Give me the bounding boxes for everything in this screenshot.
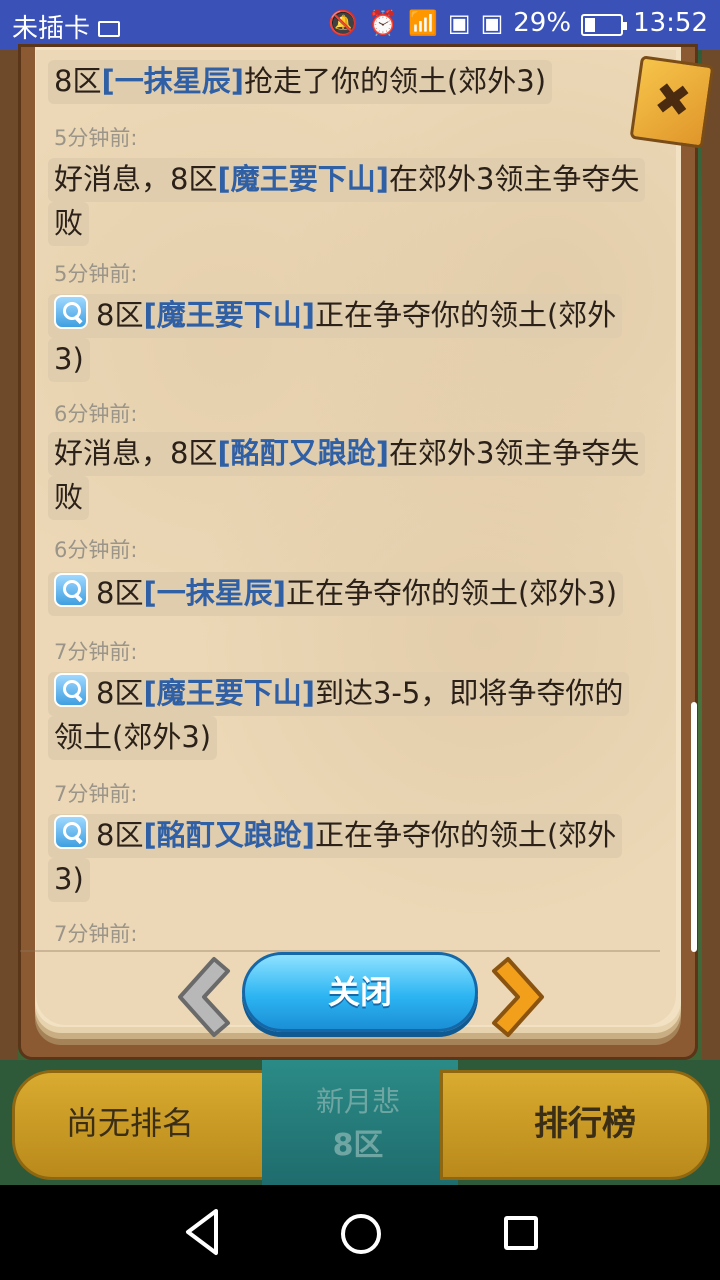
player-link[interactable]: [酩酊又踉跄] (143, 818, 315, 852)
list-item: 8区[一抹星辰]正在争夺你的领土(郊外3) (48, 572, 624, 616)
home-icon[interactable] (341, 1214, 381, 1254)
message-line-2: 领土(郊外3) (48, 716, 218, 760)
message-text: 正在争夺你的领土(郊外 (314, 818, 617, 852)
message-list[interactable]: 8区[一抹星辰]抢走了你的领土(郊外3) 5分钟前: 好消息，8区[魔王要下山]… (48, 50, 672, 950)
left-frame-strip (0, 50, 18, 1060)
ranking-button[interactable]: 排行榜 (534, 1096, 636, 1145)
close-icon[interactable]: ✖ (629, 55, 715, 149)
carrier-text: 未插卡 (12, 14, 91, 44)
mute-icon: 🔕 (328, 9, 359, 37)
player-link[interactable]: [酩酊又踉跄] (217, 436, 389, 470)
status-bar: 未插卡 🔕 ⏰ 📶 ▣ ▣ 29% 13:52 (0, 0, 720, 50)
system-nav-bar (0, 1185, 720, 1280)
player-link[interactable]: [魔王要下山] (143, 676, 315, 710)
message-text: 抢走了你的领土(郊外3) (243, 64, 547, 98)
scrollbar[interactable] (691, 702, 697, 952)
search-icon[interactable] (54, 673, 88, 707)
message-prefix: 8区 (96, 576, 144, 610)
message-time: 6分钟前: (54, 538, 138, 562)
player-link[interactable]: [一抹星辰] (143, 576, 286, 610)
message-prefix: 好消息，8区 (54, 162, 218, 196)
message-text: 正在争夺你的领土(郊外3) (285, 576, 618, 610)
recent-apps-icon[interactable] (504, 1216, 538, 1250)
message-line-2: 败 (48, 476, 90, 520)
message-line: 8区[一抹星辰]正在争夺你的领土(郊外3) (48, 572, 624, 616)
message-line: 好消息，8区[魔王要下山]在郊外3领主争夺失 (48, 158, 646, 202)
message-line: 8区[酩酊又踉跄]正在争夺你的领土(郊外 (48, 814, 623, 858)
player-link[interactable]: [魔王要下山] (143, 298, 315, 332)
list-item: 8区[酩酊又踉跄]正在争夺你的领土(郊外 3) (48, 814, 623, 902)
list-item: 8区[魔王要下山]正在争夺你的领土(郊外 3) (48, 294, 623, 382)
back-icon[interactable] (178, 1205, 228, 1259)
keyboard-icon (98, 20, 121, 37)
message-time: 5分钟前: (54, 262, 138, 286)
wifi-icon: 📶 (408, 9, 438, 37)
message-panel: 8区[一抹星辰]抢走了你的领土(郊外3) 5分钟前: 好消息，8区[魔王要下山]… (36, 50, 676, 1025)
sim-icon-2: ▣ (480, 9, 504, 37)
prev-page-button[interactable] (166, 953, 234, 1041)
message-time: 5分钟前: (54, 126, 138, 150)
close-button[interactable]: 关闭 (242, 952, 478, 1032)
player-link[interactable]: [一抹星辰] (101, 64, 244, 98)
list-item: 8区[一抹星辰]抢走了你的领土(郊外3) (48, 60, 553, 104)
player-name: 新月悲 (315, 1085, 400, 1118)
message-line: 8区[魔王要下山]正在争夺你的领土(郊外 (48, 294, 623, 338)
sim-icon-1: ▣ (447, 9, 471, 37)
message-line-2: 3) (48, 338, 90, 382)
message-text: 正在争夺你的领土(郊外 (314, 298, 617, 332)
message-line: 好消息，8区[酩酊又踉跄]在郊外3领主争夺失 (48, 432, 646, 476)
message-time: 7分钟前: (54, 782, 138, 806)
player-zone: 8区 (332, 1128, 384, 1163)
next-page-button[interactable] (488, 953, 556, 1041)
no-rank-label: 尚无排名 (66, 1104, 195, 1142)
message-text: 在郊外3领主争夺失 (388, 162, 640, 196)
message-time: 6分钟前: (54, 402, 138, 426)
clock: 13:52 (633, 8, 708, 38)
message-time: 7分钟前: (54, 922, 138, 946)
message-text: 到达3-5，即将争夺你的 (314, 676, 624, 710)
list-item: 8区[魔王要下山]到达3-5，即将争夺你的 领土(郊外3) (48, 672, 630, 760)
message-prefix: 8区 (96, 676, 144, 710)
player-link[interactable]: [魔王要下山] (217, 162, 389, 196)
message-prefix: 8区 (96, 818, 144, 852)
message-line: 8区[一抹星辰]抢走了你的领土(郊外3) (48, 60, 553, 104)
alarm-icon: ⏰ (368, 9, 398, 37)
message-text: 在郊外3领主争夺失 (388, 436, 640, 470)
message-line-2: 3) (48, 858, 90, 902)
list-item: 好消息，8区[酩酊又踉跄]在郊外3领主争夺失 败 (48, 432, 646, 520)
message-time: 7分钟前: (54, 640, 138, 664)
message-prefix: 8区 (96, 298, 144, 332)
status-left: 未插卡 (12, 8, 121, 45)
battery-percent: 29% (513, 8, 572, 38)
search-icon[interactable] (54, 295, 88, 329)
list-item: 好消息，8区[魔王要下山]在郊外3领主争夺失 败 (48, 158, 646, 246)
battery-icon (581, 14, 628, 36)
message-line: 8区[魔王要下山]到达3-5，即将争夺你的 (48, 672, 630, 716)
right-frame-strip (702, 50, 720, 1060)
message-prefix: 8区 (54, 64, 102, 98)
message-prefix: 好消息，8区 (54, 436, 218, 470)
search-icon[interactable] (54, 573, 88, 607)
status-right: 🔕 ⏰ 📶 ▣ ▣ 29% 13:52 (328, 8, 708, 38)
search-icon[interactable] (54, 815, 88, 849)
message-line-2: 败 (48, 202, 90, 246)
